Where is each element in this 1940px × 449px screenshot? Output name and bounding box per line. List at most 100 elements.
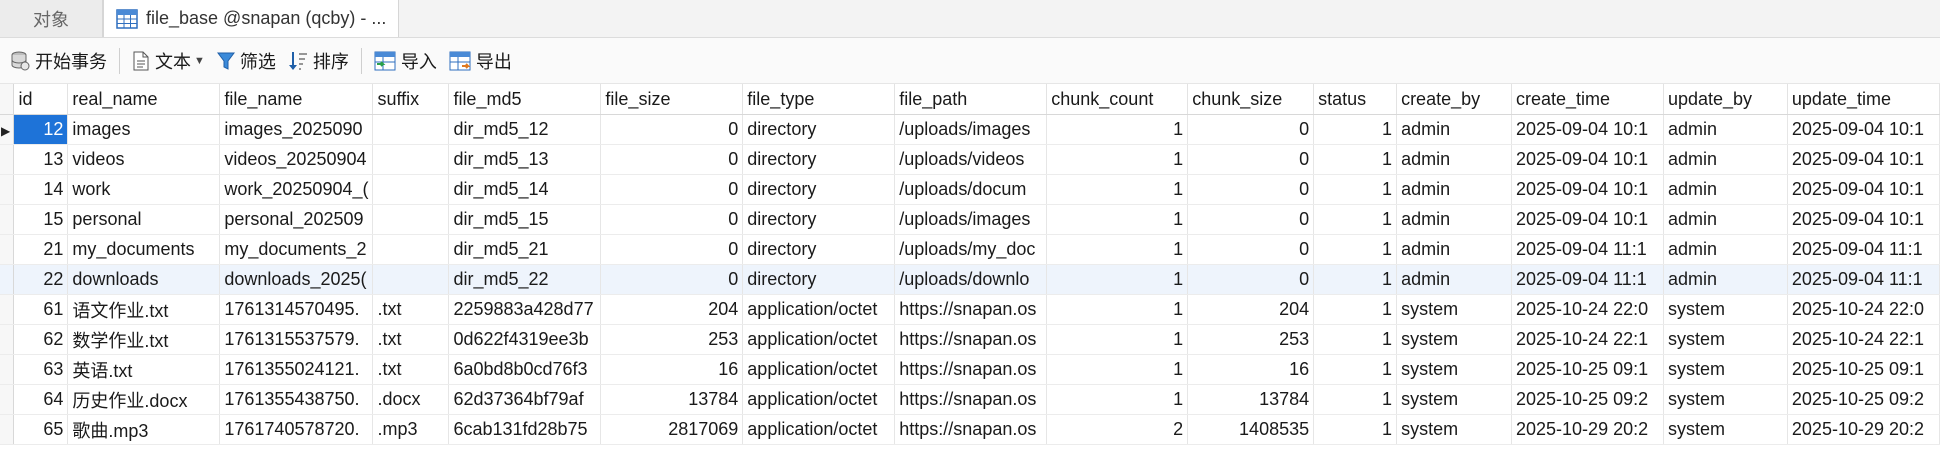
cell-file-md5[interactable]: 0d622f4319ee3b [448, 324, 602, 355]
cell-file-path[interactable]: /uploads/images [894, 204, 1048, 235]
cell-id[interactable]: 63 [13, 354, 69, 385]
row-indicator[interactable] [0, 174, 15, 205]
cell-file-type[interactable]: directory [742, 204, 896, 235]
cell-create-by[interactable]: admin [1396, 144, 1512, 175]
cell-chunk-count[interactable]: 2 [1046, 414, 1189, 445]
cell-file-md5[interactable]: 6a0bd8b0cd76f3 [448, 354, 602, 385]
cell-status[interactable]: 1 [1313, 234, 1398, 265]
cell-file-size[interactable]: 0 [600, 114, 744, 145]
row-indicator[interactable]: ▶ [0, 114, 15, 145]
cell-status[interactable]: 1 [1313, 384, 1398, 415]
cell-file-type[interactable]: application/octet [742, 354, 896, 385]
cell-file-md5[interactable]: 2259883a428d77 [448, 294, 602, 325]
cell-create-by[interactable]: system [1396, 294, 1512, 325]
cell-chunk-count[interactable]: 1 [1046, 174, 1189, 205]
cell-file-name[interactable]: downloads_2025( [219, 264, 374, 295]
cell-file-size[interactable]: 0 [600, 204, 744, 235]
cell-real-name[interactable]: my_documents [67, 234, 221, 265]
cell-update-time[interactable]: 2025-09-04 10:1 [1787, 174, 1940, 205]
cell-update-by[interactable]: admin [1663, 264, 1788, 295]
begin-transaction-button[interactable]: 开始事务 [4, 43, 113, 79]
column-header-real-name[interactable]: real_name [67, 84, 221, 115]
cell-file-md5[interactable]: dir_md5_13 [448, 144, 602, 175]
cell-create-by[interactable]: system [1396, 324, 1512, 355]
cell-chunk-size[interactable]: 0 [1187, 174, 1315, 205]
cell-create-by[interactable]: admin [1396, 234, 1512, 265]
cell-file-path[interactable]: https://snapan.os [894, 384, 1048, 415]
cell-status[interactable]: 1 [1313, 144, 1398, 175]
column-header-file-md5[interactable]: file_md5 [448, 84, 602, 115]
cell-status[interactable]: 1 [1313, 324, 1398, 355]
cell-file-size[interactable]: 0 [600, 144, 744, 175]
cell-update-by[interactable]: system [1663, 354, 1788, 385]
row-indicator[interactable] [0, 294, 15, 325]
cell-update-time[interactable]: 2025-10-25 09:2 [1787, 384, 1940, 415]
table-row[interactable]: 63 英语.txt 1761355024121. .txt 6a0bd8b0cd76f3… [0, 354, 1940, 385]
table-row[interactable]: ▶ 12 images images_2025090 dir_md5_12 0 direct… [0, 114, 1940, 145]
cell-status[interactable]: 1 [1313, 174, 1398, 205]
cell-create-time[interactable]: 2025-10-25 09:2 [1511, 384, 1664, 415]
chevron-down-icon[interactable]: ▼ [194, 55, 205, 67]
cell-update-time[interactable]: 2025-09-04 10:1 [1787, 204, 1940, 235]
cell-file-size[interactable]: 253 [600, 324, 744, 355]
cell-chunk-size[interactable]: 204 [1187, 294, 1315, 325]
cell-file-name[interactable]: work_20250904_( [219, 174, 374, 205]
table-row[interactable]: 65 歌曲.mp3 1761740578720. .mp3 6cab131fd28b75… [0, 414, 1940, 445]
cell-file-path[interactable]: /uploads/downlo [894, 264, 1048, 295]
cell-file-type[interactable]: directory [742, 264, 896, 295]
cell-suffix[interactable] [372, 144, 450, 175]
cell-file-path[interactable]: https://snapan.os [894, 414, 1048, 445]
cell-file-name[interactable]: my_documents_2 [219, 234, 374, 265]
cell-status[interactable]: 1 [1313, 204, 1398, 235]
cell-file-size[interactable]: 204 [600, 294, 744, 325]
cell-update-time[interactable]: 2025-10-24 22:0 [1787, 294, 1940, 325]
cell-file-md5[interactable]: dir_md5_21 [448, 234, 602, 265]
row-indicator[interactable] [0, 144, 15, 175]
cell-id[interactable]: 14 [13, 174, 69, 205]
cell-update-by[interactable]: admin [1663, 114, 1788, 145]
column-header-status[interactable]: status [1313, 84, 1398, 115]
cell-real-name[interactable]: 语文作业.txt [67, 294, 221, 325]
cell-file-type[interactable]: application/octet [742, 294, 896, 325]
cell-file-md5[interactable]: dir_md5_14 [448, 174, 602, 205]
table-row[interactable]: 64 历史作业.docx 1761355438750. .docx 62d37364bf… [0, 384, 1940, 415]
cell-file-md5[interactable]: 6cab131fd28b75 [448, 414, 602, 445]
cell-file-path[interactable]: https://snapan.os [894, 354, 1048, 385]
cell-create-time[interactable]: 2025-10-24 22:0 [1511, 294, 1664, 325]
cell-chunk-count[interactable]: 1 [1046, 294, 1189, 325]
row-indicator[interactable] [0, 414, 15, 445]
cell-suffix[interactable]: .docx [372, 384, 450, 415]
cell-create-by[interactable]: system [1396, 414, 1512, 445]
column-header-file-path[interactable]: file_path [894, 84, 1048, 115]
cell-chunk-count[interactable]: 1 [1046, 144, 1189, 175]
cell-id[interactable]: 65 [13, 414, 69, 445]
cell-file-md5[interactable]: dir_md5_15 [448, 204, 602, 235]
row-indicator[interactable] [0, 264, 15, 295]
column-header-update-by[interactable]: update_by [1663, 84, 1788, 115]
cell-update-time[interactable]: 2025-09-04 10:1 [1787, 144, 1940, 175]
cell-file-name[interactable]: 1761740578720. [219, 414, 374, 445]
cell-create-time[interactable]: 2025-10-25 09:1 [1511, 354, 1664, 385]
cell-real-name[interactable]: videos [67, 144, 221, 175]
cell-file-type[interactable]: application/octet [742, 414, 896, 445]
cell-create-by[interactable]: admin [1396, 174, 1512, 205]
column-header-chunk-size[interactable]: chunk_size [1187, 84, 1315, 115]
cell-status[interactable]: 1 [1313, 414, 1398, 445]
export-button[interactable]: 导出 [443, 43, 518, 79]
column-header-suffix[interactable]: suffix [372, 84, 450, 115]
cell-suffix[interactable]: .txt [372, 354, 450, 385]
column-header-chunk-count[interactable]: chunk_count [1046, 84, 1189, 115]
cell-real-name[interactable]: 历史作业.docx [67, 384, 221, 415]
cell-update-by[interactable]: system [1663, 324, 1788, 355]
cell-file-type[interactable]: directory [742, 114, 896, 145]
cell-chunk-count[interactable]: 1 [1046, 114, 1189, 145]
cell-file-name[interactable]: 1761355024121. [219, 354, 374, 385]
cell-update-by[interactable]: system [1663, 294, 1788, 325]
cell-file-path[interactable]: https://snapan.os [894, 324, 1048, 355]
cell-create-time[interactable]: 2025-09-04 11:1 [1511, 234, 1664, 265]
cell-chunk-count[interactable]: 1 [1046, 234, 1189, 265]
cell-file-size[interactable]: 0 [600, 264, 744, 295]
cell-file-size[interactable]: 13784 [600, 384, 744, 415]
row-indicator[interactable] [0, 324, 15, 355]
cell-file-size[interactable]: 0 [600, 174, 744, 205]
